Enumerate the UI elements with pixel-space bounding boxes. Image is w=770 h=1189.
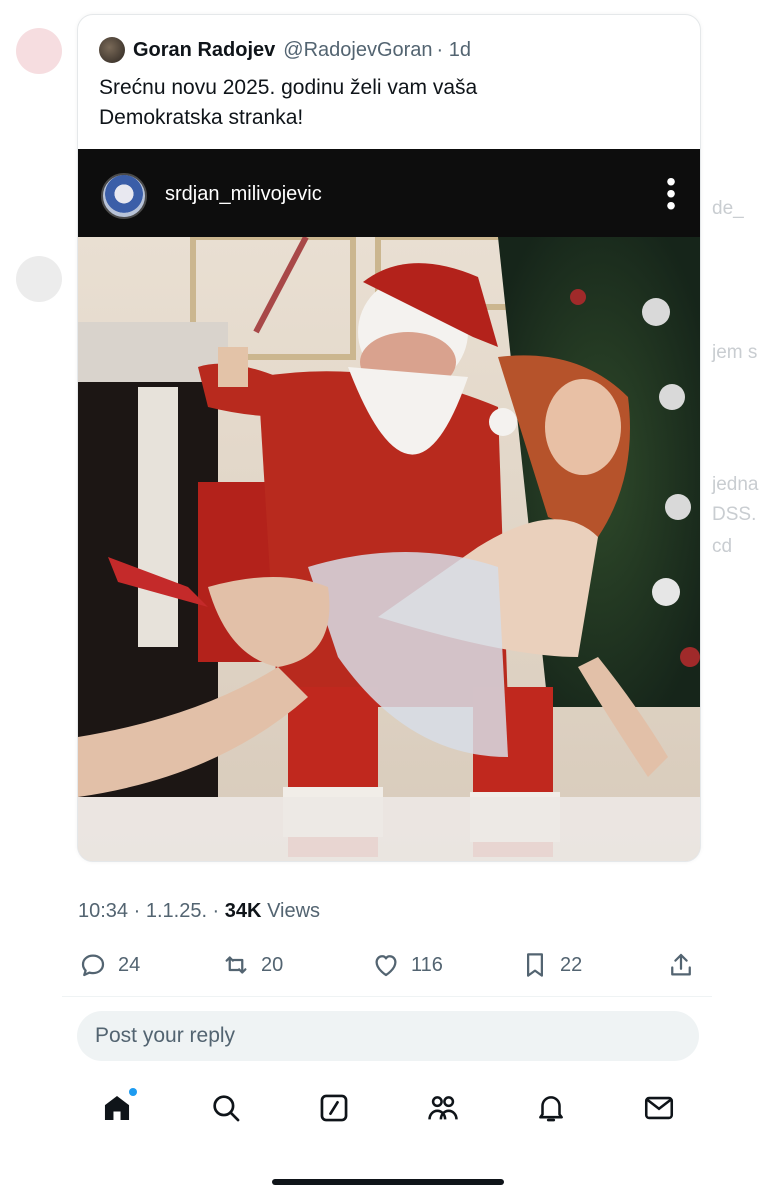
envelope-icon bbox=[644, 1096, 674, 1120]
like-count: 116 bbox=[411, 953, 443, 976]
home-indicator[interactable] bbox=[272, 1179, 504, 1185]
background-text: jem s bbox=[712, 342, 758, 363]
nav-search[interactable] bbox=[204, 1086, 248, 1130]
retweet-count: 20 bbox=[261, 953, 284, 976]
retweet-icon bbox=[225, 956, 247, 974]
like-button[interactable]: 116 bbox=[371, 945, 443, 985]
notification-dot bbox=[129, 1088, 137, 1096]
reply-count: 24 bbox=[118, 953, 141, 976]
background-text: cd bbox=[712, 536, 733, 557]
divider bbox=[62, 996, 712, 997]
background-avatar bbox=[16, 256, 62, 302]
instagram-embed-header: srdjan_milivojevic • • • bbox=[78, 149, 700, 237]
communities-icon bbox=[428, 1096, 458, 1120]
nav-compose[interactable] bbox=[312, 1086, 356, 1130]
quoted-tweet-header: Goran Radojev @RadojevGoran · 1d bbox=[99, 37, 471, 63]
bookmark-button[interactable]: 22 bbox=[520, 945, 582, 985]
nav-home[interactable] bbox=[95, 1086, 139, 1130]
share-icon bbox=[671, 953, 691, 976]
quoted-tweet-text-line: Demokratska stranka! bbox=[99, 106, 304, 129]
bell-icon bbox=[539, 1096, 563, 1122]
background-text: de_ bbox=[712, 198, 744, 219]
quoted-tweet-text-line: Srećnu novu 2025. godinu želi vam vaša bbox=[99, 76, 478, 99]
tweet-date[interactable]: · 1.1.25. · bbox=[134, 900, 220, 922]
embedded-photo[interactable] bbox=[78, 237, 700, 861]
heart-icon bbox=[375, 955, 397, 977]
reply-icon bbox=[81, 954, 105, 977]
share-button[interactable] bbox=[666, 945, 696, 985]
home-icon bbox=[104, 1095, 130, 1121]
embed-avatar[interactable] bbox=[101, 173, 147, 219]
tweet-actions: 24 20 116 22 bbox=[78, 945, 700, 985]
background-text: DSS. bbox=[712, 504, 757, 525]
author-avatar[interactable] bbox=[99, 37, 125, 63]
embed-username[interactable]: srdjan_milivojevic bbox=[165, 183, 322, 206]
compose-icon bbox=[320, 1094, 348, 1122]
background-text: jedna bbox=[712, 474, 759, 495]
author-name[interactable]: Goran Radojev bbox=[133, 39, 275, 62]
views-label: Views bbox=[267, 900, 321, 922]
quoted-tweet-text: Srećnu novu 2025. godinu želi vam vaša D… bbox=[99, 73, 659, 133]
vertical-dots-icon[interactable]: • • • bbox=[666, 168, 676, 220]
views-count: 34K bbox=[224, 900, 262, 922]
reply-button[interactable]: 24 bbox=[78, 945, 140, 985]
nav-messages[interactable] bbox=[637, 1086, 681, 1130]
nav-communities[interactable] bbox=[421, 1086, 465, 1130]
bookmark-count: 22 bbox=[560, 953, 583, 976]
bottom-navigation bbox=[0, 1086, 770, 1138]
author-handle[interactable]: @RadojevGoran bbox=[283, 39, 432, 62]
tweet-time[interactable]: 10:34 bbox=[78, 900, 128, 922]
quoted-tweet-card[interactable]: Goran Radojev @RadojevGoran · 1d Srećnu … bbox=[77, 14, 701, 862]
search-icon bbox=[213, 1095, 240, 1122]
retweet-button[interactable]: 20 bbox=[221, 945, 283, 985]
background-avatar bbox=[16, 28, 62, 74]
tweet-time-ago: · 1d bbox=[436, 38, 472, 61]
nav-notifications[interactable] bbox=[529, 1086, 573, 1130]
tweet-meta: 10:34 · 1.1.25. · 34K Views bbox=[78, 900, 320, 923]
reply-placeholder: Post your reply bbox=[95, 1024, 236, 1047]
bookmark-icon bbox=[527, 953, 543, 977]
reply-input[interactable]: Post your reply bbox=[77, 1011, 699, 1061]
